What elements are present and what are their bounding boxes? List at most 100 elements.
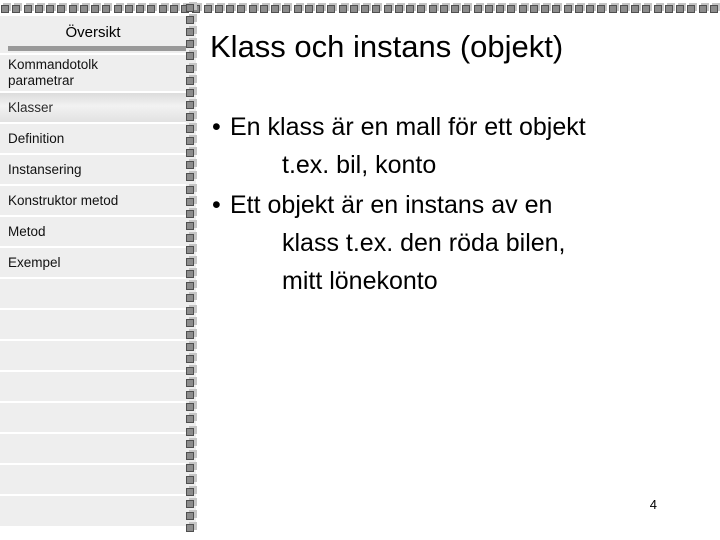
- page-number: 4: [649, 497, 657, 512]
- sidebar-item-label: Instansering: [8, 161, 82, 177]
- sidebar-item-definition[interactable]: Definition: [0, 122, 186, 153]
- binding-ring: [124, 3, 135, 13]
- binding-ring: [186, 159, 197, 170]
- binding-ring: [186, 86, 197, 97]
- slide-content-pane: Klass och instans (objekt) • En klass är …: [204, 14, 720, 540]
- binding-ring: [186, 26, 197, 37]
- binding-ring: [186, 14, 197, 25]
- binding-ring: [439, 3, 450, 13]
- binding-ring: [1, 3, 11, 13]
- binding-ring: [186, 461, 197, 472]
- binding-ring: [698, 3, 709, 13]
- binding-ring: [68, 3, 79, 13]
- binding-ring: [186, 425, 197, 436]
- bullet-line: En klass är en mall för ett objekt: [230, 113, 586, 141]
- sidebar-item-exempel[interactable]: Exempel: [0, 246, 186, 277]
- sidebar-item-empty: [0, 370, 186, 401]
- binding-ring: [169, 3, 180, 13]
- binding-ring: [653, 3, 664, 13]
- binding-ring: [507, 3, 518, 13]
- binding-ring: [574, 3, 585, 13]
- spiral-binding-top: [0, 0, 720, 16]
- sidebar-item-metod[interactable]: Metod: [0, 215, 186, 246]
- sidebar-item-instansering[interactable]: Instansering: [0, 153, 186, 184]
- binding-ring: [186, 352, 197, 363]
- binding-ring: [186, 498, 197, 509]
- binding-ring: [186, 377, 197, 388]
- binding-ring: [186, 2, 197, 12]
- binding-ring: [186, 74, 197, 85]
- binding-ring: [664, 3, 675, 13]
- binding-ring: [186, 123, 197, 133]
- binding-ring: [158, 3, 169, 13]
- sidebar-item-empty: [0, 432, 186, 463]
- binding-ring: [113, 3, 124, 13]
- binding-ring: [552, 3, 563, 13]
- sidebar-item-empty: [0, 277, 186, 308]
- presentation-slide: Översikt Kommandotolk parametrar Klasser D…: [0, 0, 720, 540]
- binding-ring: [186, 292, 197, 303]
- binding-ring: [186, 437, 197, 448]
- sidebar-item-label: Kommandotolk parametrar: [8, 57, 99, 88]
- binding-ring: [372, 3, 383, 13]
- slide-bullet-list: • En klass är en mall för ett objekt t.ex.…: [208, 108, 716, 302]
- binding-ring: [518, 3, 529, 13]
- binding-ring: [676, 3, 686, 13]
- sidebar-item-label: Exempel: [8, 254, 61, 270]
- binding-ring: [282, 3, 293, 13]
- slide-title: Klass och instans (objekt): [210, 29, 564, 64]
- binding-ring: [186, 486, 197, 496]
- bullet-marker-icon: •: [212, 191, 221, 219]
- sidebar-item-empty: [0, 401, 186, 432]
- bullet-text: Ett objekt är en instans av en klass t.ex…: [208, 186, 716, 300]
- binding-ring: [186, 219, 197, 230]
- binding-ring: [186, 413, 197, 424]
- binding-ring: [147, 3, 158, 13]
- binding-ring: [46, 3, 56, 13]
- sidebar-item-empty: [0, 339, 186, 370]
- sidebar-item-klasser[interactable]: Klasser: [0, 91, 186, 122]
- binding-ring: [687, 3, 698, 13]
- binding-ring: [186, 62, 197, 73]
- binding-ring: [484, 3, 495, 13]
- binding-ring: [186, 510, 197, 521]
- sidebar-item-empty: [0, 308, 186, 339]
- binding-ring: [709, 3, 720, 13]
- binding-ring: [293, 3, 304, 13]
- binding-ring: [186, 147, 197, 158]
- binding-ring: [619, 3, 630, 13]
- binding-ring: [186, 304, 197, 315]
- outline-item-list: Kommandotolk parametrar Klasser Definition…: [0, 53, 186, 525]
- binding-ring: [214, 3, 225, 13]
- binding-ring: [186, 231, 197, 242]
- bullet-item: • Ett objekt är en instans av en klass t.e…: [208, 186, 716, 300]
- sidebar-item-label: Klasser: [8, 99, 54, 115]
- binding-ring: [79, 3, 90, 13]
- binding-ring: [186, 135, 197, 146]
- sidebar-title: Översikt: [65, 24, 121, 41]
- sidebar-item-konstruktor-metod[interactable]: Konstruktor metod: [0, 184, 186, 215]
- binding-ring: [259, 3, 270, 13]
- sidebar-title-divider: [8, 46, 186, 51]
- sidebar-item-empty: [0, 494, 186, 525]
- binding-ring: [186, 110, 197, 121]
- binding-ring: [57, 3, 68, 13]
- sidebar-item-kommandotolk-parametrar[interactable]: Kommandotolk parametrar: [0, 53, 186, 91]
- binding-ring: [186, 340, 197, 351]
- binding-ring: [91, 3, 101, 13]
- binding-ring: [563, 3, 574, 13]
- binding-ring: [186, 449, 197, 460]
- binding-ring: [271, 3, 281, 13]
- binding-ring: [462, 3, 473, 13]
- sidebar-item-empty: [0, 463, 186, 494]
- binding-ring: [361, 3, 371, 13]
- binding-ring: [186, 316, 197, 327]
- binding-ring: [186, 244, 197, 254]
- binding-ring: [186, 171, 197, 182]
- binding-ring: [608, 3, 619, 13]
- binding-ring: [186, 183, 197, 194]
- binding-ring: [226, 3, 236, 13]
- binding-ring: [327, 3, 338, 13]
- binding-ring: [34, 3, 45, 13]
- binding-ring: [186, 268, 197, 279]
